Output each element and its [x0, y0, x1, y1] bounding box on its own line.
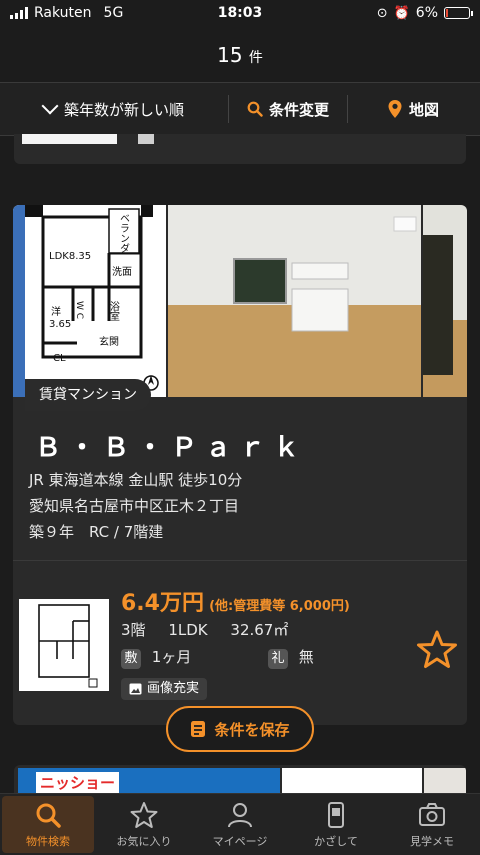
phone-scan-icon [328, 801, 344, 828]
floorplan-veranda-label: ベランダ [118, 213, 130, 253]
next-listing-photo: ニッショー [18, 768, 280, 793]
property-name: Ｂ・Ｂ・Ｐａｒｋ [35, 433, 308, 463]
tab-label: マイページ [212, 834, 268, 848]
building-info: 築９年 RC / 7階建 [29, 523, 164, 541]
deposit: 敷 1ヶ月 [121, 646, 191, 669]
previous-photo-image [138, 134, 154, 144]
floorplan-entrance-label: 玄関 [99, 335, 119, 348]
nissho-logo: ニッショー [36, 772, 120, 793]
deposit-badge: 敷 [121, 649, 141, 669]
change-conditions-button[interactable]: 条件変更 [229, 99, 347, 120]
unit-specs: 3階 1LDK 32.67㎡ [121, 619, 306, 640]
result-count-unit: 件 [248, 50, 263, 66]
previous-floorplan-image [22, 134, 117, 144]
result-count: 15 [217, 43, 243, 67]
user-icon [228, 802, 252, 827]
tab-label: お気に入り [116, 834, 172, 848]
favorite-star-button[interactable] [416, 629, 458, 673]
key-money-value: 無 [298, 648, 314, 666]
room-photo-2 [423, 205, 467, 397]
filter-bar: 築年数が新しい順 条件変更 地図 [0, 82, 480, 136]
previous-listing-card[interactable] [14, 134, 466, 164]
image-rich-tag: 画像充実 [121, 678, 208, 700]
station-access: JR 東海道本線 金山駅 徒歩10分 [29, 471, 243, 489]
property-info: JR 東海道本線 金山駅 徒歩10分 愛知県名古屋市中区正木２丁目 築９年 RC… [29, 467, 242, 545]
deposit-value: 1ヶ月 [151, 648, 192, 666]
property-type-badge: 賃貸マンション [25, 379, 151, 411]
tab-scan[interactable]: かざして [288, 794, 384, 855]
chevron-down-icon [41, 97, 59, 115]
rotation-lock-icon: ⊙ [376, 5, 388, 21]
save-memo-icon [191, 721, 206, 737]
key-money: 礼 無 [268, 646, 314, 669]
price-block: 6.4万円 (他:管理費等 6,000円) [121, 585, 350, 617]
status-bar: Rakuten 5G 18:03 ⊙ ⏰ 6% [0, 0, 480, 28]
floorplan-room-size: 3.65 [49, 319, 71, 330]
tab-property-search[interactable]: 物件検索 [2, 796, 94, 853]
image-rich-label: 画像充実 [147, 681, 200, 696]
change-conditions-label: 条件変更 [268, 100, 329, 119]
map-pin-icon [388, 100, 402, 118]
floorplan-closet-label: CL [53, 353, 66, 364]
save-conditions-button[interactable]: 条件を保存 [166, 706, 314, 752]
unit-floorplan-thumbnail[interactable] [19, 599, 109, 691]
floorplan-bath-label: 浴室 [108, 301, 120, 321]
key-money-badge: 礼 [268, 649, 288, 669]
floorplan-wc-label: W C [74, 301, 84, 319]
map-label: 地図 [408, 100, 439, 119]
star-icon [130, 801, 158, 828]
tab-label: かざして [314, 834, 358, 848]
floorplan-room-label: 洋 [51, 305, 61, 318]
floorplan-image: ベランダ LDK8.35 洗面 W C 浴室 洋 3.65 玄関 CL [13, 205, 166, 397]
image-icon [129, 683, 142, 695]
search-icon [36, 803, 61, 828]
camera-icon [419, 802, 445, 826]
battery-icon [444, 7, 473, 19]
next-listing-floorplan [282, 768, 422, 793]
result-count-header: 15 件 [0, 30, 480, 80]
sort-label: 築年数が新しい順 [63, 100, 184, 119]
tab-label: 見学メモ [410, 834, 454, 848]
tab-favorites[interactable]: お気に入り [96, 794, 192, 855]
alarm-icon: ⏰ [393, 5, 410, 21]
management-fee: (他:管理費等 6,000円) [209, 599, 350, 614]
next-listing-card[interactable]: ニッショー [14, 765, 466, 793]
divider [13, 560, 467, 561]
tab-viewing-memo[interactable]: 見学メモ [384, 794, 480, 855]
rent-price: 6.4万円 [121, 591, 204, 616]
bottom-tab-bar: 物件検索 お気に入り マイページ かざして 見学メモ [0, 793, 480, 855]
floorplan-ldk-label: LDK8.35 [49, 251, 91, 262]
save-conditions-label: 条件を保存 [214, 720, 290, 739]
search-icon [247, 101, 263, 117]
address: 愛知県名古屋市中区正木２丁目 [29, 497, 240, 515]
sort-dropdown[interactable]: 築年数が新しい順 [0, 97, 228, 120]
star-icon [417, 630, 457, 668]
next-listing-photo-2 [424, 768, 466, 793]
photo-gallery[interactable]: ベランダ LDK8.35 洗面 W C 浴室 洋 3.65 玄関 CL [13, 205, 467, 397]
battery-percent: 6% [415, 5, 438, 21]
listing-card[interactable]: ベランダ LDK8.35 洗面 W C 浴室 洋 3.65 玄関 CL 賃貸マン… [13, 205, 467, 725]
tab-label: 物件検索 [26, 834, 70, 848]
unit-area: 32.67㎡ [230, 621, 289, 639]
room-photo [168, 205, 421, 397]
unit-layout: 1LDK [168, 621, 208, 639]
unit-floor: 3階 [121, 621, 146, 639]
tab-my-page[interactable]: マイページ [192, 794, 288, 855]
map-button[interactable]: 地図 [348, 99, 478, 120]
floorplan-washroom-label: 洗面 [112, 266, 132, 278]
